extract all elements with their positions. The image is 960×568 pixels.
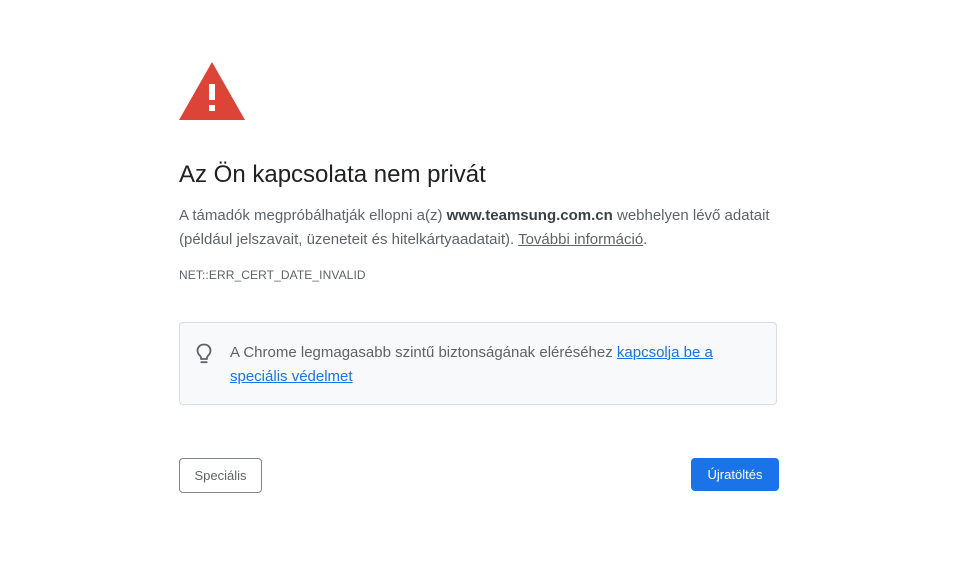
error-code: NET::ERR_CERT_DATE_INVALID: [179, 268, 366, 282]
domain-name: www.teamsung.com.cn: [446, 207, 613, 224]
description-text: A támadók megpróbálhatják ellopni a(z): [179, 207, 447, 224]
reload-button[interactable]: Újratöltés: [691, 458, 779, 491]
error-description: A támadók megpróbálhatják ellopni a(z) w…: [179, 204, 779, 252]
advanced-button[interactable]: Speciális: [179, 458, 262, 493]
enhanced-protection-banner: A Chrome legmagasabb szintű biztonságána…: [179, 322, 777, 405]
interstitial-main: Az Ön kapcsolata nem privát A támadók me…: [179, 62, 779, 493]
warning-triangle-icon: [179, 62, 245, 120]
protection-text: A Chrome legmagasabb szintű biztonságána…: [230, 344, 617, 361]
lightbulb-icon: [196, 343, 212, 364]
more-info-link[interactable]: További információ: [518, 231, 643, 248]
description-end: .: [643, 231, 648, 248]
page-title: Az Ön kapcsolata nem privát: [179, 161, 486, 188]
protection-message: A Chrome legmagasabb szintű biztonságána…: [230, 341, 770, 389]
